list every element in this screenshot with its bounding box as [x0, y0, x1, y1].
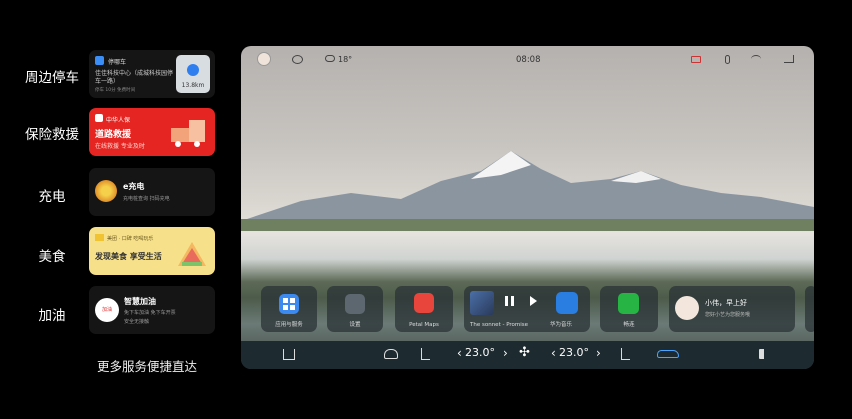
meituan-logo-icon [95, 234, 104, 241]
assistant-avatar [675, 296, 699, 320]
food-title: 发现美食 享受生活 [95, 252, 162, 261]
food-brand: 美团 · 口碑 吃喝玩乐 [107, 236, 154, 242]
home-icon[interactable] [283, 349, 295, 360]
signal-icon [784, 55, 794, 63]
right-temp-decrease[interactable]: ‹ [551, 346, 556, 360]
rescue-sub: 在线救援 专业及时 [95, 143, 145, 150]
left-temp-decrease[interactable]: ‹ [457, 346, 462, 360]
service-label-fuel: 加油 [38, 308, 66, 324]
left-temp-increase[interactable]: › [503, 346, 508, 360]
left-temperature: 23.0° [465, 346, 495, 359]
seat-heat-left-icon[interactable] [421, 348, 430, 360]
rescue-card[interactable]: 中华人保 道路救援 在线救援 专业及时 [89, 108, 215, 156]
maps-label: Petal Maps [409, 322, 439, 328]
notification-icon[interactable] [292, 55, 303, 64]
dock-apps-services[interactable]: 应用与服务 [261, 286, 317, 332]
fuel-logo-icon: 加油 [95, 298, 119, 322]
car-screen: 18° 08:08 应用与服务 设置 Petal Maps The sonnet… [241, 46, 814, 369]
more-services-caption: 更多服务便捷直达 [97, 359, 198, 374]
food-card[interactable]: 美团 · 口碑 吃喝玩乐 发现美食 享受生活 [89, 227, 215, 275]
parking-app-icon [95, 56, 104, 65]
song-title: The sonnet - Promise [470, 322, 529, 328]
mountain-wallpaper [241, 151, 814, 231]
clock: 08:08 [516, 55, 541, 65]
fuel-card[interactable]: 加油 智慧加油 免下车加油 免下车开票 安全无接触 [89, 286, 215, 334]
parking-place: 佳佳科技中心（成城科技园停车一路） [95, 70, 174, 85]
fuel-title: 智慧加油 [124, 297, 156, 306]
apps-grid-icon [279, 294, 299, 314]
dock-petal-maps[interactable]: Petal Maps [395, 286, 453, 332]
user-avatar[interactable] [257, 52, 271, 66]
message-label: 畅连 [623, 322, 635, 328]
service-label-food: 美食 [38, 249, 66, 265]
seat-heat-right-icon[interactable] [621, 348, 630, 360]
pause-icon[interactable] [505, 296, 514, 306]
next-track-icon[interactable] [530, 296, 537, 306]
music-app-label: 华为音乐 [550, 322, 573, 328]
cloud-weather-icon [325, 55, 335, 62]
map-pin-icon [414, 293, 434, 313]
right-temperature: 23.0° [559, 346, 589, 359]
dock-overflow-peek[interactable] [805, 286, 814, 332]
sandwich-illustration [174, 236, 210, 270]
car-settings-icon [345, 294, 365, 314]
service-label-charging: 充电 [38, 189, 66, 205]
fuel-sub2: 安全无接触 [124, 319, 150, 325]
album-cover [470, 291, 494, 315]
picc-logo-icon [95, 114, 103, 122]
chat-bubble-icon [618, 293, 639, 314]
charging-sub: 充电桩查询 扫码充电 [123, 196, 170, 202]
wifi-icon [751, 55, 761, 63]
rescue-title: 道路救援 [95, 130, 132, 140]
dock-settings[interactable]: 设置 [327, 286, 383, 332]
camera-recording-icon[interactable] [691, 56, 701, 63]
e-charge-logo-icon [95, 180, 117, 202]
fan-icon[interactable]: ✣ [519, 345, 530, 360]
parking-app-name: 停哪车 [108, 59, 127, 66]
right-temp-increase[interactable]: › [596, 346, 601, 360]
apps-label: 应用与服务 [275, 322, 303, 328]
greeting-sub: 您好小艺为您服务哦 [705, 312, 751, 318]
service-label-parking: 周边停车 [25, 70, 79, 86]
volume-icon[interactable] [759, 349, 771, 359]
rescue-brand: 中华人保 [106, 117, 131, 124]
service-label-rescue: 保险救援 [25, 127, 79, 143]
status-bar: 18° 08:08 [241, 46, 814, 74]
parking-map-thumb[interactable]: 13.8km [176, 55, 210, 93]
dock-assistant-greeting[interactable]: 小伟，早上好 您好小艺为您服务哦 [669, 286, 795, 332]
microphone-icon[interactable] [725, 55, 730, 64]
charging-card[interactable]: e充电 充电桩查询 扫码充电 [89, 168, 215, 216]
car-status-icon[interactable] [657, 350, 679, 358]
greeting-text: 小伟，早上好 [705, 299, 747, 307]
stage: 周边停车 保险救援 充电 美食 加油 停哪车 佳佳科技中心（成城科技园停车一路）… [0, 0, 852, 419]
huawei-music-icon [556, 292, 578, 314]
dock-music-player[interactable]: The sonnet - Promise 华为音乐 [464, 286, 590, 332]
navigate-icon [187, 64, 199, 76]
parking-sub: 停车 10分 免费时间 [95, 88, 136, 93]
temperature-readout: 18° [338, 55, 353, 64]
front-defrost-icon[interactable] [384, 349, 398, 359]
parking-distance: 13.8km [181, 82, 205, 89]
parking-card[interactable]: 停哪车 佳佳科技中心（成城科技园停车一路） 停车 10分 免费时间 13.8km [89, 50, 215, 98]
bottom-control-bar: ‹ 23.0° › ✣ ‹ 23.0° › [241, 341, 814, 369]
settings-label: 设置 [349, 322, 361, 328]
rescue-truck-illustration [169, 116, 209, 148]
fuel-sub1: 免下车加油 免下车开票 [124, 310, 176, 316]
charging-title: e充电 [123, 182, 145, 191]
dock-messaging[interactable]: 畅连 [600, 286, 658, 332]
